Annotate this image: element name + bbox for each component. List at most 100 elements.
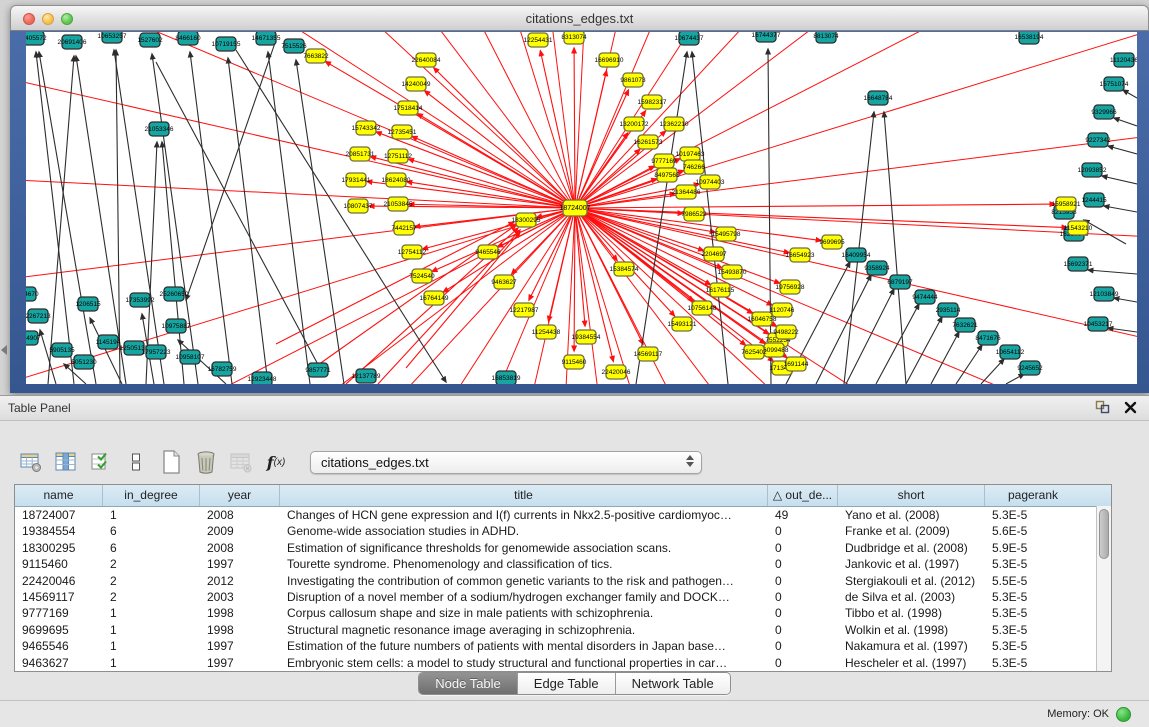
graph-node[interactable]: 21364486 xyxy=(672,185,701,199)
table-row[interactable]: 977716911998Corpus callosum shape and si… xyxy=(15,605,1111,621)
table-row[interactable]: 969969511998Structural magnetic resonanc… xyxy=(15,622,1111,638)
graph-node[interactable]: 12254431 xyxy=(524,33,553,47)
table-selector-dropdown[interactable]: citations_edges.txt xyxy=(310,451,702,474)
graph-node[interactable]: 21053845 xyxy=(384,197,413,211)
graph-node[interactable]: 9465546 xyxy=(475,245,501,259)
graph-node[interactable]: 10974403 xyxy=(696,175,725,189)
table-row[interactable]: 1830029562008Estimation of significance … xyxy=(15,540,1111,556)
column-header-title[interactable]: title xyxy=(280,485,768,506)
graph-node[interactable]: 9857771 xyxy=(305,363,331,377)
graph-node[interactable]: 9245652 xyxy=(1017,361,1043,375)
graph-node[interactable]: 6879197 xyxy=(887,275,913,289)
graph-node[interactable]: 8813074 xyxy=(813,32,839,43)
graph-node[interactable]: 9498222 xyxy=(773,325,799,339)
graph-node[interactable]: 9777169 xyxy=(651,154,677,168)
graph-node[interactable]: 21053346 xyxy=(145,122,174,136)
graph-node[interactable]: 10653257 xyxy=(98,32,127,43)
graph-node[interactable]: 13200172 xyxy=(620,117,649,131)
table-row[interactable]: 2242004622012Investigating the contribut… xyxy=(15,573,1111,589)
graph-node[interactable]: 10807437 xyxy=(344,199,373,213)
graph-node[interactable]: 16409954 xyxy=(842,248,871,262)
graph-node[interactable]: 5051230 xyxy=(71,355,97,369)
graph-node[interactable]: 16782759 xyxy=(208,362,237,376)
graph-node[interactable]: 2267213 xyxy=(26,309,51,323)
column-header-in_degree[interactable]: in_degree xyxy=(103,485,200,506)
graph-node[interactable]: 2405572 xyxy=(26,32,47,45)
graph-node[interactable]: 16764149 xyxy=(420,291,449,305)
table-row[interactable]: 911546021997Tourette syndrome. Phenomeno… xyxy=(15,556,1111,572)
column-header-name[interactable]: name xyxy=(15,485,103,506)
graph-node[interactable]: 15743342 xyxy=(352,121,381,135)
select-columns-icon[interactable] xyxy=(53,449,79,475)
graph-node[interactable]: 8497568 xyxy=(654,168,680,182)
graph-node[interactable]: 2204697 xyxy=(701,247,727,261)
graph-node[interactable]: 17931441 xyxy=(342,173,371,187)
function-builder-icon[interactable]: f(x) xyxy=(263,449,289,475)
memory-status-indicator[interactable] xyxy=(1116,707,1131,722)
graph-node[interactable]: 14240049 xyxy=(402,77,431,91)
graph-node[interactable]: 20691406 xyxy=(58,35,87,49)
graph-node[interactable]: 12137789 xyxy=(352,369,381,383)
graph-node[interactable]: 17518414 xyxy=(394,101,423,115)
new-file-icon[interactable] xyxy=(158,449,184,475)
graph-node[interactable]: 746266 xyxy=(683,160,705,174)
table-row[interactable]: 1456911722003Disruption of a novel membe… xyxy=(15,589,1111,605)
graph-node[interactable]: 10975887 xyxy=(162,319,191,333)
graph-node[interactable]: 15493870 xyxy=(718,265,747,279)
graph-node[interactable]: 12103849 xyxy=(1090,287,1119,301)
row-checks-icon[interactable] xyxy=(88,449,114,475)
graph-node[interactable]: 10654112 xyxy=(996,345,1025,359)
graph-node[interactable]: 16176115 xyxy=(706,283,735,297)
graph-node[interactable]: 11254438 xyxy=(532,325,561,339)
graph-node[interactable]: 9474444 xyxy=(912,290,938,304)
graph-node[interactable]: 18724007 xyxy=(559,200,590,216)
graph-node[interactable]: 12923448 xyxy=(248,372,277,384)
graph-node[interactable]: 15493121 xyxy=(668,317,697,331)
graph-node[interactable]: 17957223 xyxy=(142,345,171,359)
graph-node[interactable]: 9358924 xyxy=(864,261,890,275)
graph-node[interactable]: 20851731 xyxy=(346,147,375,161)
graph-node[interactable]: 9861073 xyxy=(620,73,646,87)
scrollbar-thumb[interactable] xyxy=(1099,509,1109,559)
graph-node[interactable]: 1904907 xyxy=(26,331,41,345)
graph-node[interactable]: 19384554 xyxy=(572,330,601,344)
splitter-collapse-arrow[interactable] xyxy=(1,345,7,355)
graph-node[interactable]: 7515526 xyxy=(281,39,307,53)
float-panel-icon[interactable] xyxy=(1095,400,1110,419)
graph-node[interactable]: 16648784 xyxy=(864,91,893,105)
graph-node[interactable]: 16654923 xyxy=(786,248,815,262)
graph-node[interactable]: 14671355 xyxy=(252,32,281,45)
graph-node[interactable]: 7442157 xyxy=(391,221,417,235)
graph-node[interactable]: 22420046 xyxy=(602,365,631,379)
tab-node-table[interactable]: Node Table xyxy=(419,673,518,694)
graph-node[interactable]: 9794670 xyxy=(26,287,39,301)
delete-trash-icon[interactable] xyxy=(193,449,219,475)
table-row[interactable]: 1938455462009Genome-wide association stu… xyxy=(15,523,1111,539)
network-canvas[interactable]: 2405572206914061065325715276028466160107… xyxy=(26,32,1137,384)
graph-node[interactable]: 7663822 xyxy=(303,49,329,63)
column-header-pagerank[interactable]: pagerank xyxy=(985,485,1081,506)
graph-node[interactable]: 9463627 xyxy=(491,275,517,289)
graph-node[interactable]: 8313074 xyxy=(561,32,587,44)
table-settings-icon[interactable] xyxy=(18,449,44,475)
graph-node[interactable]: 7625402 xyxy=(741,345,767,359)
graph-node[interactable]: 15384574 xyxy=(610,262,639,276)
graph-node[interactable]: 2935114 xyxy=(936,303,961,317)
graph-node[interactable]: 11543210 xyxy=(1064,221,1093,235)
table-row[interactable]: 1872400712008Changes of HCN gene express… xyxy=(15,507,1111,523)
vertical-scrollbar[interactable] xyxy=(1096,506,1111,671)
graph-node[interactable]: 1206515 xyxy=(75,297,101,311)
network-graph[interactable]: 2405572206914061065325715276028466160107… xyxy=(26,32,1137,384)
graph-node[interactable]: 16696910 xyxy=(595,53,624,67)
graph-node[interactable]: 1691144 xyxy=(784,357,809,371)
graph-node[interactable]: 9329966 xyxy=(1091,105,1117,119)
graph-node[interactable]: 12754112 xyxy=(398,245,427,259)
graph-node[interactable]: 1145194 xyxy=(96,335,121,349)
graph-node[interactable]: 1527602 xyxy=(137,33,163,47)
graph-node[interactable]: 12751112 xyxy=(384,149,412,163)
graph-node[interactable]: 9115460 xyxy=(562,355,587,369)
graph-node[interactable]: 15751074 xyxy=(1100,77,1129,91)
close-panel-icon[interactable] xyxy=(1124,401,1137,419)
graph-node[interactable]: 10674437 xyxy=(675,32,704,45)
graph-node[interactable]: 7986522 xyxy=(681,207,707,221)
